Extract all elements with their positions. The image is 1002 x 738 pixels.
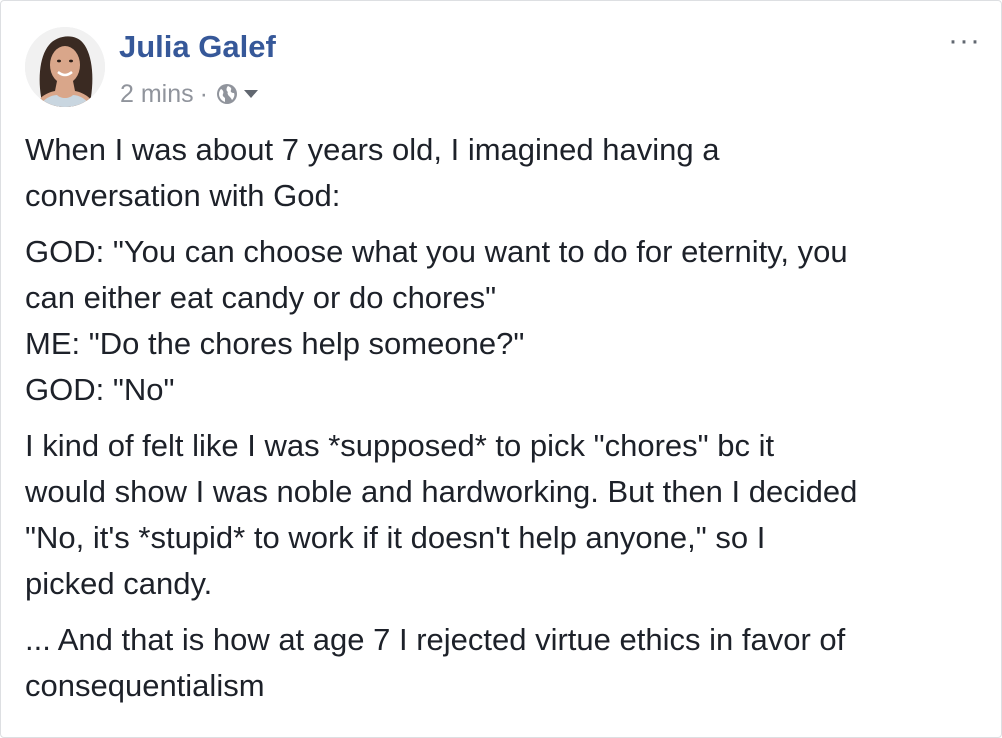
author-avatar[interactable] <box>25 27 105 107</box>
privacy-dropdown-caret-icon[interactable] <box>243 90 258 98</box>
post-meta: 2 mins · <box>120 79 258 109</box>
avatar-photo <box>25 27 105 107</box>
post-timestamp[interactable]: 2 mins <box>120 79 194 109</box>
post-body: When I was about 7 years old, I imagined… <box>25 127 985 719</box>
post-line: can either eat candy or do chores" <box>25 280 497 315</box>
post-paragraph-3: I kind of felt like I was *supposed* to … <box>25 423 985 607</box>
post-line: would show I was noble and hardworking. … <box>25 474 858 509</box>
post-paragraph-2: GOD: "You can choose what you want to do… <box>25 229 985 413</box>
post-line: picked candy. <box>25 566 213 601</box>
post-line: I kind of felt like I was *supposed* to … <box>25 428 775 463</box>
post-line: When I was about 7 years old, I imagined… <box>25 132 720 167</box>
post-line: ME: "Do the chores help someone?" <box>25 326 525 361</box>
post-line: GOD: "No" <box>25 372 175 407</box>
post-line: conversation with God: <box>25 178 341 213</box>
post-paragraph-4: ... And that is how at age 7 I rejected … <box>25 617 985 709</box>
post-paragraph-1: When I was about 7 years old, I imagined… <box>25 127 985 219</box>
post-line: consequentialism <box>25 668 265 703</box>
facebook-post: Julia Galef 2 mins · ··· When I was abou… <box>0 0 1002 738</box>
globe-icon[interactable] <box>216 83 238 105</box>
more-options-icon[interactable]: ··· <box>948 26 981 56</box>
post-line: ... And that is how at age 7 I rejected … <box>25 622 846 657</box>
post-header: Julia Galef 2 mins · ··· <box>25 26 981 109</box>
post-line: GOD: "You can choose what you want to do… <box>25 234 848 269</box>
post-line: "No, it's *stupid* to work if it doesn't… <box>25 520 766 555</box>
meta-separator: · <box>199 80 208 108</box>
author-name-link[interactable]: Julia Galef <box>119 27 276 67</box>
